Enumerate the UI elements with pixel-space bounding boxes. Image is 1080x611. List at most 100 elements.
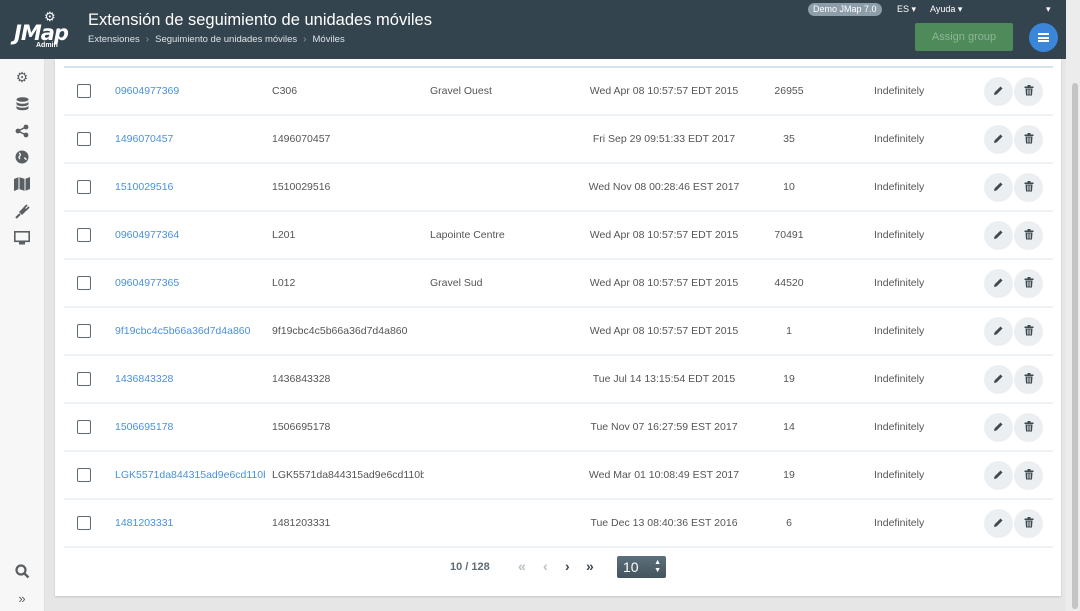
delete-button[interactable]: [1014, 125, 1043, 154]
mobile-id-link[interactable]: 1481203331: [115, 500, 265, 546]
pencil-icon: [993, 421, 1004, 435]
search-icon: [14, 563, 29, 578]
prev-page-button[interactable]: ‹: [543, 559, 548, 573]
breadcrumb-item[interactable]: Extensiones: [88, 34, 140, 45]
delete-button[interactable]: [1014, 221, 1043, 250]
monitor-icon: [14, 231, 30, 245]
position-count: 14: [783, 421, 795, 433]
row-select-checkbox[interactable]: [77, 84, 91, 98]
position-count: 35: [783, 133, 795, 145]
table-row: 1510029516 1510029516 Wed Nov 08 00:28:46 …: [64, 164, 1053, 212]
mobile-id-link[interactable]: 1510029516: [115, 164, 265, 210]
row-select-checkbox[interactable]: [77, 132, 91, 146]
edit-button[interactable]: [984, 269, 1013, 298]
pencil-icon: [993, 325, 1004, 339]
row-select-checkbox[interactable]: [77, 228, 91, 242]
mobile-id-link[interactable]: 09604977365: [115, 260, 265, 306]
trash-icon: [1024, 228, 1034, 243]
last-update-date: Tue Nov 07 16:27:59 EST 2017: [590, 421, 738, 433]
help-dropdown[interactable]: Ayuda ▾: [930, 3, 962, 16]
table-row: 09604977369 C306 Gravel Ouest Wed Apr 08 10…: [64, 68, 1053, 116]
sidebar-item-display[interactable]: [13, 229, 31, 247]
mobile-id-link[interactable]: 09604977364: [115, 212, 265, 258]
last-update-date: Wed Apr 08 10:57:57 EDT 2015: [589, 229, 739, 241]
trash-icon: [1024, 468, 1034, 483]
position-count: 70491: [774, 229, 804, 241]
pencil-icon: [993, 85, 1004, 99]
row-select-checkbox[interactable]: [77, 420, 91, 434]
mobile-id-link[interactable]: 1496070457: [115, 116, 265, 162]
breadcrumb-item[interactable]: Seguimiento de unidades móviles: [155, 34, 297, 45]
retention-period: Indefinitely: [874, 469, 925, 481]
sidebar-item-database[interactable]: [13, 95, 31, 113]
sidebar-item-plugins[interactable]: [13, 202, 31, 220]
sidebar-item-sharing[interactable]: [13, 122, 31, 140]
sidebar-expand-button[interactable]: »: [13, 589, 31, 607]
trash-icon: [1024, 276, 1034, 291]
edit-button[interactable]: [984, 77, 1013, 106]
mobile-id-link[interactable]: LGK5571da844315ad9e6cd110b: [115, 452, 265, 498]
delete-button[interactable]: [1014, 269, 1043, 298]
mobile-name: 1436843328: [272, 373, 331, 385]
last-update-date: Wed Apr 08 10:57:57 EDT 2015: [589, 325, 739, 337]
table-row: 09604977364 L201 Lapointe Centre Wed Apr 08…: [64, 212, 1053, 260]
caret-down-icon: ▾: [911, 4, 917, 14]
edit-button[interactable]: [984, 461, 1013, 490]
edit-button[interactable]: [984, 317, 1013, 346]
sidebar-item-globe[interactable]: [13, 148, 31, 166]
mobile-name: 1481203331: [272, 517, 331, 529]
language-dropdown[interactable]: ES ▾: [897, 3, 916, 16]
delete-button[interactable]: [1014, 173, 1043, 202]
mobile-name: C306: [272, 85, 298, 97]
breadcrumb: Extensiones › Seguimiento de unidades mó…: [88, 34, 345, 45]
row-select-checkbox[interactable]: [77, 276, 91, 290]
position-count: 10: [783, 181, 795, 193]
page-size-select[interactable]: 10 ▲ ▼: [617, 556, 666, 578]
mobile-group: [430, 116, 580, 162]
jmap-logo[interactable]: ⚙ JMap Admin: [14, 9, 70, 49]
pencil-icon: [993, 373, 1004, 387]
first-page-button[interactable]: «: [518, 559, 526, 573]
hamburger-menu-button[interactable]: [1029, 23, 1058, 52]
page-info: 10 / 128: [450, 561, 490, 573]
edit-button[interactable]: [984, 173, 1013, 202]
mobile-id-link[interactable]: 9f19cbc4c5b66a36d7d4a860: [115, 308, 265, 354]
assign-group-button[interactable]: Assign group: [915, 23, 1013, 51]
mobile-group: [430, 500, 580, 546]
edit-button[interactable]: [984, 413, 1013, 442]
mobile-id-link[interactable]: 1436843328: [115, 356, 265, 402]
sidebar-search-button[interactable]: [13, 562, 31, 580]
user-menu-dropdown[interactable]: ▾: [1046, 3, 1051, 16]
mobile-group: [430, 452, 580, 498]
delete-button[interactable]: [1014, 317, 1043, 346]
table-row: 1506695178 1506695178 Tue Nov 07 16:27:59 …: [64, 404, 1053, 452]
last-update-date: Wed Apr 08 10:57:57 EDT 2015: [589, 85, 739, 97]
edit-button[interactable]: [984, 221, 1013, 250]
next-page-button[interactable]: ›: [565, 559, 570, 573]
edit-button[interactable]: [984, 365, 1013, 394]
delete-button[interactable]: [1014, 77, 1043, 106]
mobile-id-link[interactable]: 1506695178: [115, 404, 265, 450]
row-select-checkbox[interactable]: [77, 372, 91, 386]
delete-button[interactable]: [1014, 461, 1043, 490]
delete-button[interactable]: [1014, 509, 1043, 538]
mobile-group: [430, 164, 580, 210]
retention-period: Indefinitely: [874, 85, 925, 97]
sidebar-item-extensions[interactable]: ⚙: [13, 68, 31, 86]
last-page-button[interactable]: »: [586, 559, 594, 573]
row-select-checkbox[interactable]: [77, 180, 91, 194]
sidebar-item-maps[interactable]: [13, 175, 31, 193]
delete-button[interactable]: [1014, 365, 1043, 394]
mobile-name: LGK5571da844315ad9e6cd110b: [272, 469, 424, 481]
page-scrollbar-thumb[interactable]: [1072, 83, 1078, 609]
pencil-icon: [993, 181, 1004, 195]
edit-button[interactable]: [984, 509, 1013, 538]
row-select-checkbox[interactable]: [77, 516, 91, 530]
row-select-checkbox[interactable]: [77, 324, 91, 338]
row-select-checkbox[interactable]: [77, 468, 91, 482]
last-update-date: Wed Nov 08 00:28:46 EST 2017: [588, 181, 740, 193]
hamburger-icon: [1038, 33, 1049, 42]
mobile-id-link[interactable]: 09604977369: [115, 68, 265, 114]
delete-button[interactable]: [1014, 413, 1043, 442]
edit-button[interactable]: [984, 125, 1013, 154]
